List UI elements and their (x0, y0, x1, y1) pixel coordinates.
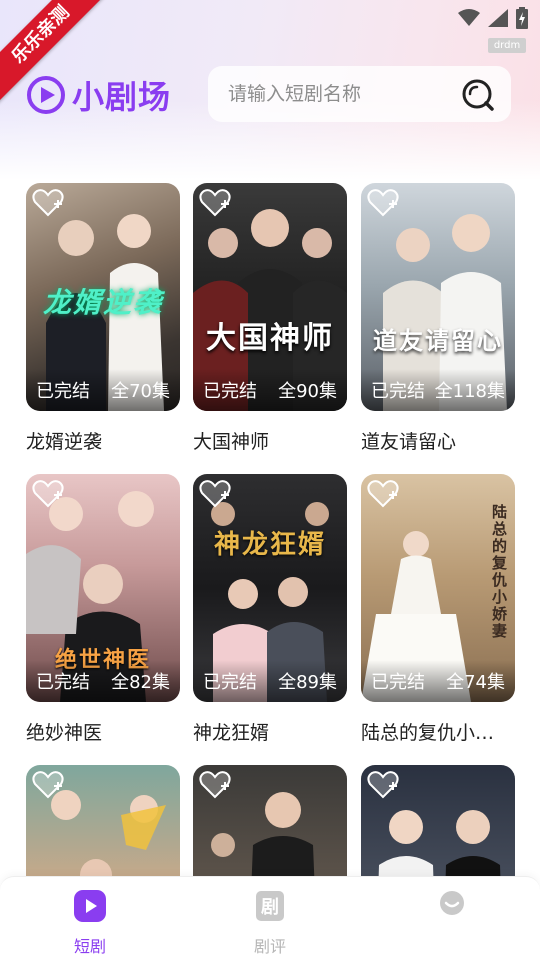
signal-icon (488, 9, 508, 27)
search-bar[interactable] (208, 66, 511, 122)
debug-badge: drdm (488, 38, 526, 53)
drama-meta: 已完结 全74集 (361, 660, 515, 702)
drama-title[interactable]: 大国神师 (193, 427, 347, 454)
status-bar (458, 6, 528, 30)
search-input[interactable] (228, 83, 448, 105)
drama-title[interactable]: 陆总的复仇小… (361, 718, 515, 745)
poster-title-art: 道友请留心 (373, 326, 503, 355)
tab-drama-review[interactable]: 剧 剧评 (210, 889, 330, 957)
header: 小剧场 (0, 60, 540, 128)
favorite-add-icon[interactable] (32, 480, 64, 508)
logo-play-icon (27, 76, 65, 114)
search-icon[interactable] (461, 78, 495, 112)
favorite-add-icon[interactable] (367, 771, 399, 799)
drama-grid: 龙婿逆袭 已完结 全70集 龙婿逆袭 大国神师 已完结 全90集 大国神师 道友… (0, 183, 540, 876)
drama-episodes: 全74集 (446, 672, 505, 693)
drama-poster[interactable]: 神龙狂婿 已完结 全89集 (193, 474, 347, 702)
battery-icon (516, 7, 528, 29)
drama-meta: 已完结 全118集 (361, 369, 515, 411)
drama-poster[interactable]: 道友请留心 已完结 全118集 (361, 183, 515, 411)
drama-episodes: 全70集 (111, 381, 170, 402)
drama-meta: 已完结 全70集 (26, 369, 180, 411)
bottom-tab-bar: 短剧 剧 剧评 (0, 876, 540, 960)
drama-meta: 已完结 全89集 (193, 660, 347, 702)
drama-status: 已完结 (203, 381, 257, 402)
favorite-add-icon[interactable] (199, 480, 231, 508)
drama-status: 已完结 (36, 381, 90, 402)
drama-review-icon: 剧 (256, 891, 284, 921)
favorite-add-icon[interactable] (32, 771, 64, 799)
drama-poster[interactable] (361, 765, 515, 876)
drama-meta: 已完结 全90集 (193, 369, 347, 411)
tab-label: 剧评 (253, 937, 286, 956)
drama-card[interactable] (26, 765, 180, 876)
drama-poster[interactable] (26, 765, 180, 876)
play-icon (74, 890, 106, 922)
drama-card[interactable] (361, 765, 515, 876)
app-logo: 小剧场 (26, 72, 171, 118)
svg-text:剧: 剧 (261, 897, 279, 918)
drama-card[interactable]: 大国神师 已完结 全90集 大国神师 (193, 183, 347, 454)
profile-icon (440, 891, 464, 915)
drama-episodes: 全118集 (434, 381, 505, 402)
drama-poster[interactable]: 陆总的复仇小娇妻 已完结 全74集 (361, 474, 515, 702)
drama-status: 已完结 (371, 672, 425, 693)
drama-meta: 已完结 全82集 (26, 660, 180, 702)
drama-poster[interactable] (193, 765, 347, 876)
favorite-add-icon[interactable] (199, 189, 231, 217)
drama-card[interactable] (193, 765, 347, 876)
drama-card[interactable]: 龙婿逆袭 已完结 全70集 龙婿逆袭 (26, 183, 180, 454)
drama-title[interactable]: 龙婿逆袭 (26, 427, 180, 454)
drama-title[interactable]: 绝妙神医 (26, 718, 180, 745)
tab-short-drama[interactable]: 短剧 (30, 889, 150, 957)
drama-status: 已完结 (36, 672, 90, 693)
poster-title-art: 龙婿逆袭 (42, 286, 163, 319)
favorite-add-icon[interactable] (367, 480, 399, 508)
drama-episodes: 全90集 (278, 381, 337, 402)
drama-card[interactable]: 神龙狂婿 已完结 全89集 神龙狂婿 (193, 474, 347, 745)
poster-title-art: 陆总的复仇小娇妻 (490, 504, 508, 640)
drama-card[interactable]: 绝世神医 已完结 全82集 绝妙神医 (26, 474, 180, 745)
drama-card[interactable]: 道友请留心 已完结 全118集 道友请留心 (361, 183, 515, 454)
drama-poster[interactable]: 绝世神医 已完结 全82集 (26, 474, 180, 702)
drama-status: 已完结 (371, 381, 425, 402)
logo-text: 小剧场 (72, 78, 172, 116)
drama-poster[interactable]: 龙婿逆袭 已完结 全70集 (26, 183, 180, 411)
favorite-add-icon[interactable] (199, 771, 231, 799)
favorite-add-icon[interactable] (367, 189, 399, 217)
drama-episodes: 全89集 (278, 672, 337, 693)
drama-card[interactable]: 陆总的复仇小娇妻 已完结 全74集 陆总的复仇小… (361, 474, 515, 745)
favorite-add-icon[interactable] (32, 189, 64, 217)
wifi-icon (458, 9, 480, 26)
drama-title[interactable]: 道友请留心 (361, 427, 515, 454)
tab-label: 短剧 (73, 937, 106, 956)
drama-poster[interactable]: 大国神师 已完结 全90集 (193, 183, 347, 411)
drama-title[interactable]: 神龙狂婿 (193, 718, 347, 745)
poster-title-art: 大国神师 (206, 321, 334, 356)
drama-episodes: 全82集 (111, 672, 170, 693)
poster-title-art: 神龙狂婿 (213, 530, 326, 560)
tab-profile[interactable] (392, 889, 512, 933)
drama-status: 已完结 (203, 672, 257, 693)
